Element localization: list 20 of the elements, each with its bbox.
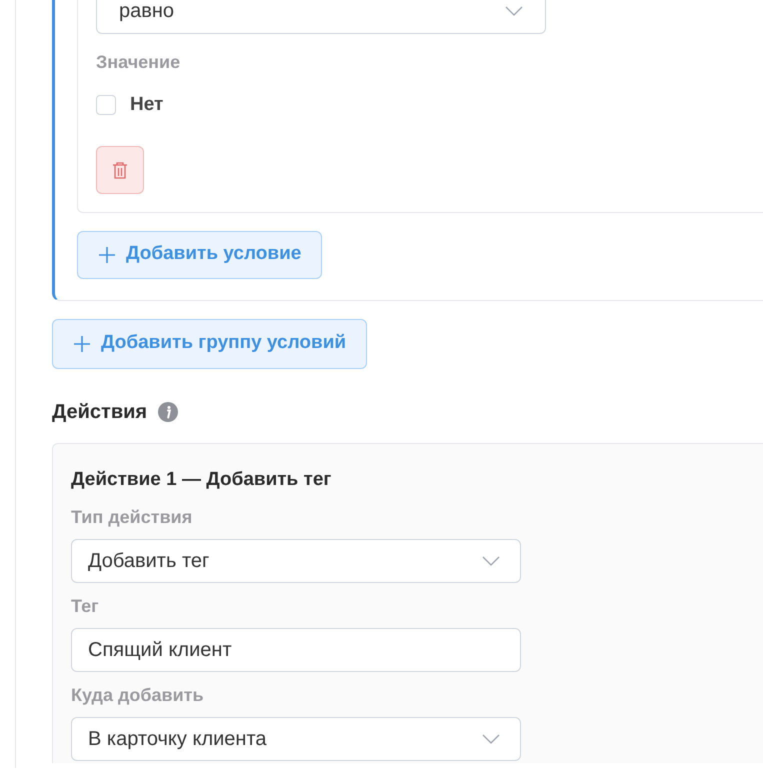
info-icon <box>158 402 178 422</box>
checkbox[interactable] <box>96 95 116 116</box>
operator-select[interactable]: равно <box>96 0 546 34</box>
dropdown-select[interactable]: Добавить тег <box>71 539 521 583</box>
dropdown-select[interactable]: В карточку клиента <box>71 717 521 761</box>
text-field[interactable]: Спящий клиент <box>71 628 521 672</box>
chevron-down-icon <box>505 6 523 16</box>
chevron-down-icon <box>482 734 500 744</box>
plus-icon <box>98 246 116 264</box>
section-heading: Действия <box>52 400 148 424</box>
field-label: Значение <box>96 51 182 74</box>
trash-icon <box>112 160 128 178</box>
plus-icon <box>73 334 91 352</box>
delete-button[interactable] <box>96 146 144 194</box>
field-label: Тип действия <box>71 506 194 529</box>
chevron-down-icon <box>482 556 500 566</box>
action-title: Действие 1 — Добавить тег <box>71 468 332 492</box>
field-label: Тег <box>71 595 100 618</box>
field-label: Куда добавить <box>71 684 205 707</box>
checkbox-label: Нет <box>130 93 164 117</box>
